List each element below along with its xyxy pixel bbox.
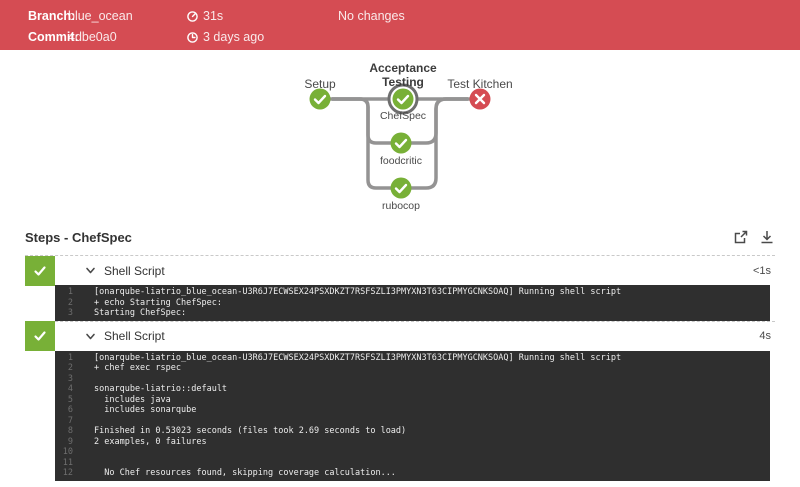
console-line: 2 + echo Starting ChefSpec: [55, 298, 770, 309]
branch-label-chefspec: ChefSpec [379, 110, 427, 122]
console-line-text: + echo Starting ChefSpec: [94, 297, 222, 308]
console-line: 7 [55, 416, 770, 427]
download-log-icon[interactable] [759, 229, 775, 245]
step-duration: 4s [759, 330, 771, 342]
steps-section: Steps - ChefSpec Shell Script <1s 1 [ona… [25, 226, 775, 481]
console-line-number: 3 [67, 308, 73, 318]
step-status-square [25, 321, 55, 351]
console-line-number: 6 [67, 405, 73, 415]
console-log-1: 1 [onarqube-liatrio_blue_ocean-U3R6J7ECWS… [55, 285, 770, 321]
chevron-down-icon[interactable] [85, 331, 96, 342]
node-rubocop[interactable] [390, 177, 412, 199]
console-line-text: includes sonarqube [94, 405, 197, 415]
console-line: 8 Finished in 0.53023 seconds (files took… [55, 426, 770, 437]
console-line: 3 Starting ChefSpec: [55, 308, 770, 319]
branch-label-foodcritic: foodcritic [379, 155, 423, 167]
check-icon [34, 265, 46, 276]
console-line: 6 includes sonarqube [55, 405, 770, 416]
console-line: 1 [onarqube-liatrio_blue_ocean-U3R6J7ECWS… [55, 287, 770, 298]
console-line-number: 5 [67, 394, 73, 405]
run-duration: 31s [203, 9, 224, 23]
step-status-square [25, 255, 55, 286]
step-row-shell-script-1[interactable]: Shell Script <1s [25, 255, 775, 286]
branch-value: blue_ocean [68, 9, 133, 23]
chevron-down-icon[interactable] [85, 265, 96, 276]
steps-title: Steps - ChefSpec [25, 229, 132, 245]
console-line-number: 2 [67, 297, 73, 308]
console-line-number: 3 [67, 373, 73, 384]
blue-ocean-run-page: Branch: blue_ocean Commit: 4dbe0a0 31s 3… [0, 0, 800, 487]
step-row-shell-script-2[interactable]: Shell Script 4s [25, 320, 775, 351]
console-line: 12 No Chef resources found, skipping cov… [55, 468, 770, 479]
console-line-number: 10 [62, 447, 73, 457]
console-line-text [73, 458, 94, 469]
console-line-text: includes java [94, 394, 171, 405]
node-setup[interactable] [309, 88, 331, 110]
console-line-text: Finished in 0.53023 seconds (files took … [94, 426, 407, 436]
console-line-number: 7 [67, 415, 73, 426]
console-log-2: 1 [onarqube-liatrio_blue_ocean-U3R6J7ECWS… [55, 350, 770, 481]
step-label: Shell Script [104, 329, 165, 343]
console-line: 10 [55, 447, 770, 458]
console-line: 5 includes java [55, 395, 770, 406]
console-line: 2 + chef exec rspec [55, 363, 770, 374]
console-line-number: 11 [62, 457, 73, 468]
console-line-number: 1 [67, 352, 73, 363]
console-line-text: Starting ChefSpec: [94, 308, 187, 318]
console-line-text: [onarqube-liatrio_blue_ocean-U3R6J7ECWSE… [94, 352, 622, 363]
console-line-text: 2 examples, 0 failures [94, 436, 207, 447]
console-line-text [73, 447, 94, 458]
changes-text: No changes [338, 9, 405, 23]
step-label: Shell Script [104, 263, 165, 278]
console-line-number: 12 [62, 468, 73, 478]
console-line-text: sonarqube-liatrio::default [94, 384, 228, 394]
stage-label-setup: Setup [304, 77, 336, 91]
console-line-text [73, 374, 94, 385]
pipeline-graph: Setup Acceptance Testing Test Kitchen Ch… [0, 50, 800, 225]
console-line: 9 2 examples, 0 failures [55, 437, 770, 448]
console-line-text [73, 416, 94, 427]
console-line: 1 [onarqube-liatrio_blue_ocean-U3R6J7ECWS… [55, 353, 770, 364]
node-chefspec[interactable] [387, 83, 419, 115]
stage-label-test-kitchen: Test Kitchen [447, 77, 513, 91]
run-time-ago: 3 days ago [203, 30, 265, 44]
console-line-text: [onarqube-liatrio_blue_ocean-U3R6J7ECWSE… [94, 287, 622, 297]
console-line: 11 [55, 458, 770, 469]
branch-label-rubocop: rubocop [382, 200, 420, 212]
commit-value: 4dbe0a0 [68, 30, 117, 44]
stage-label-acceptance: Acceptance Testing [369, 61, 437, 89]
steps-header: Steps - ChefSpec [25, 226, 775, 248]
console-line-number: 1 [67, 287, 73, 297]
console-line-number: 8 [67, 426, 73, 436]
console-line-number: 4 [67, 384, 73, 394]
check-icon [34, 331, 46, 341]
run-header-banner: Branch: blue_ocean Commit: 4dbe0a0 31s 3… [0, 0, 800, 50]
console-line-number: 2 [67, 363, 73, 373]
console-line-text: No Chef resources found, skipping covera… [94, 468, 396, 478]
open-log-new-window-icon[interactable] [733, 229, 749, 245]
console-line: 3 [55, 374, 770, 385]
clock-icon [187, 32, 198, 43]
console-line-number: 9 [67, 436, 73, 447]
console-line-text: + chef exec rspec [94, 363, 181, 373]
node-foodcritic[interactable] [390, 132, 412, 154]
timer-icon [187, 11, 198, 22]
step-duration: <1s [752, 264, 771, 277]
console-line: 4 sonarqube-liatrio::default [55, 384, 770, 395]
node-test-kitchen[interactable] [469, 88, 491, 110]
